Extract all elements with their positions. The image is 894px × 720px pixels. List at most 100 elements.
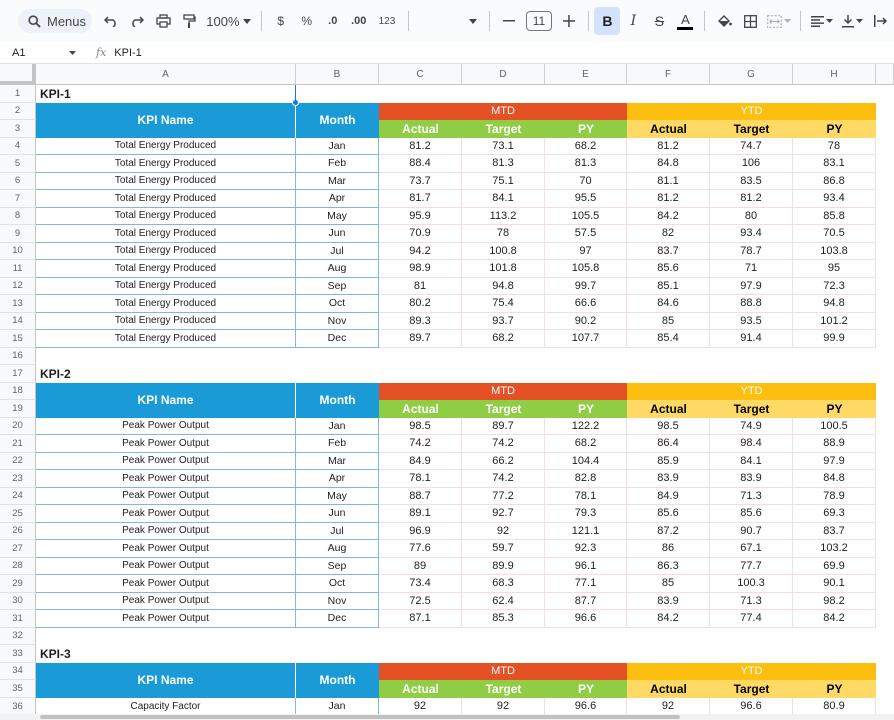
month-cell[interactable]: Jul	[296, 242, 379, 260]
ytd-actual-cell[interactable]: 82	[627, 225, 710, 243]
month-cell[interactable]: Jul	[296, 522, 379, 540]
ytd-py-cell[interactable]: 85.8	[793, 207, 876, 225]
mtd-py-cell[interactable]: 97	[545, 242, 627, 260]
sheet-grid[interactable]: A B C D E F G H 1 2 3 4 5 6 7 8 9 10 11 12 13 14 15 16 17 18 19 20 2…	[0, 64, 894, 720]
ytd-py-cell[interactable]: 84.8	[793, 470, 876, 488]
undo-button[interactable]	[98, 7, 124, 35]
mtd-target-cell[interactable]: 68.3	[462, 575, 545, 593]
ytd-py-cell[interactable]: 80.9	[793, 697, 876, 716]
row-header-32[interactable]: 32	[0, 627, 36, 645]
ytd-target-cell[interactable]: 78.7	[710, 242, 793, 260]
increase-font-size-button[interactable]	[556, 7, 582, 35]
kpi-name-cell[interactable]: Total Energy Produced	[36, 330, 296, 348]
ytd-actual-cell[interactable]: 83.7	[627, 242, 710, 260]
row-header-33[interactable]: 33	[0, 645, 36, 663]
ytd-target-cell[interactable]: 71.3	[710, 487, 793, 505]
kpi-block-title[interactable]: KPI-3	[36, 645, 379, 663]
row-header-2[interactable]: 2	[0, 102, 36, 120]
month-cell[interactable]: Jan	[296, 697, 379, 716]
mtd-py-cell[interactable]: 96.6	[545, 610, 627, 628]
ytd-actual-cell[interactable]: 85.6	[627, 505, 710, 523]
ytd-actual-cell[interactable]: 83.9	[627, 592, 710, 610]
kpi-name-cell[interactable]: Capacity Factor	[36, 697, 296, 716]
menus-search-button[interactable]: Menus	[18, 9, 93, 33]
month-cell[interactable]: Oct	[296, 575, 379, 593]
month-cell[interactable]: Jun	[296, 225, 379, 243]
column-header-e[interactable]: E	[545, 64, 627, 85]
merge-cells-button[interactable]	[763, 7, 793, 35]
ytd-actual-cell[interactable]: 85	[627, 312, 710, 330]
row-header-15[interactable]: 15	[0, 330, 36, 348]
mtd-actual-cell[interactable]: 73.4	[379, 575, 462, 593]
row-header-30[interactable]: 30	[0, 592, 36, 610]
mtd-actual-cell[interactable]: 89.7	[379, 330, 462, 348]
ytd-py-cell[interactable]: 78	[793, 137, 876, 155]
ytd-actual-cell[interactable]: 87.2	[627, 522, 710, 540]
ytd-actual-header[interactable]: Actual	[627, 120, 710, 138]
paint-format-button[interactable]	[176, 7, 202, 35]
ytd-actual-cell[interactable]: 84.8	[627, 155, 710, 173]
month-header[interactable]: Month	[296, 102, 379, 138]
ytd-py-cell[interactable]: 83.1	[793, 155, 876, 173]
mtd-target-cell[interactable]: 68.2	[462, 330, 545, 348]
mtd-actual-cell[interactable]: 89.1	[379, 505, 462, 523]
vertical-align-button[interactable]	[837, 7, 867, 35]
ytd-header[interactable]: YTD	[627, 382, 876, 400]
ytd-target-cell[interactable]: 85.6	[710, 505, 793, 523]
mtd-py-cell[interactable]: 90.2	[545, 312, 627, 330]
mtd-target-cell[interactable]: 89.7	[462, 417, 545, 435]
ytd-target-cell[interactable]: 80	[710, 207, 793, 225]
ytd-target-cell[interactable]: 83.9	[710, 470, 793, 488]
row-header-26[interactable]: 26	[0, 522, 36, 540]
row-header-29[interactable]: 29	[0, 575, 36, 593]
ytd-actual-header[interactable]: Actual	[627, 400, 710, 418]
ytd-py-cell[interactable]: 78.9	[793, 487, 876, 505]
ytd-py-cell[interactable]: 100.5	[793, 417, 876, 435]
kpi-name-cell[interactable]: Total Energy Produced	[36, 190, 296, 208]
row-header-3[interactable]: 3	[0, 120, 36, 138]
ytd-target-cell[interactable]: 67.1	[710, 540, 793, 558]
mtd-actual-cell[interactable]: 78.1	[379, 470, 462, 488]
row-header-7[interactable]: 7	[0, 190, 36, 208]
ytd-py-cell[interactable]: 98.2	[793, 592, 876, 610]
month-cell[interactable]: Jun	[296, 505, 379, 523]
mtd-target-header[interactable]: Target	[462, 680, 545, 698]
mtd-py-cell[interactable]: 57.5	[545, 225, 627, 243]
horizontal-scrollbar[interactable]	[0, 714, 894, 720]
ytd-target-cell[interactable]: 106	[710, 155, 793, 173]
ytd-actual-cell[interactable]: 86	[627, 540, 710, 558]
row-header-19[interactable]: 19	[0, 400, 36, 418]
mtd-py-cell[interactable]: 78.1	[545, 487, 627, 505]
mtd-py-cell[interactable]: 96.1	[545, 557, 627, 575]
mtd-actual-cell[interactable]: 84.9	[379, 452, 462, 470]
ytd-py-header[interactable]: PY	[793, 400, 876, 418]
row-header-4[interactable]: 4	[0, 137, 36, 155]
ytd-target-cell[interactable]: 93.5	[710, 312, 793, 330]
kpi-name-cell[interactable]: Total Energy Produced	[36, 312, 296, 330]
mtd-actual-cell[interactable]: 89	[379, 557, 462, 575]
kpi-name-cell[interactable]: Peak Power Output	[36, 505, 296, 523]
kpi-name-cell[interactable]: Total Energy Produced	[36, 277, 296, 295]
ytd-actual-cell[interactable]: 84.9	[627, 487, 710, 505]
ytd-target-cell[interactable]: 96.6	[710, 697, 793, 716]
ytd-target-cell[interactable]: 97.9	[710, 277, 793, 295]
ytd-target-cell[interactable]: 90.7	[710, 522, 793, 540]
mtd-py-cell[interactable]: 87.7	[545, 592, 627, 610]
row-header-13[interactable]: 13	[0, 295, 36, 313]
mtd-py-cell[interactable]: 68.2	[545, 435, 627, 453]
mtd-target-cell[interactable]: 94.8	[462, 277, 545, 295]
column-header-b[interactable]: B	[296, 64, 379, 85]
month-cell[interactable]: May	[296, 487, 379, 505]
mtd-target-cell[interactable]: 92	[462, 522, 545, 540]
strikethrough-button[interactable]: S	[646, 7, 672, 35]
kpi-name-cell[interactable]: Peak Power Output	[36, 417, 296, 435]
mtd-py-cell[interactable]: 95.5	[545, 190, 627, 208]
row-header-36[interactable]: 36	[0, 697, 36, 716]
row-header-34[interactable]: 34	[0, 662, 36, 680]
kpi-name-cell[interactable]: Peak Power Output	[36, 435, 296, 453]
ytd-py-cell[interactable]: 90.1	[793, 575, 876, 593]
ytd-actual-cell[interactable]: 81.1	[627, 172, 710, 190]
ytd-actual-cell[interactable]: 85.4	[627, 330, 710, 348]
kpi-name-cell[interactable]: Total Energy Produced	[36, 242, 296, 260]
fill-color-button[interactable]	[711, 7, 737, 35]
